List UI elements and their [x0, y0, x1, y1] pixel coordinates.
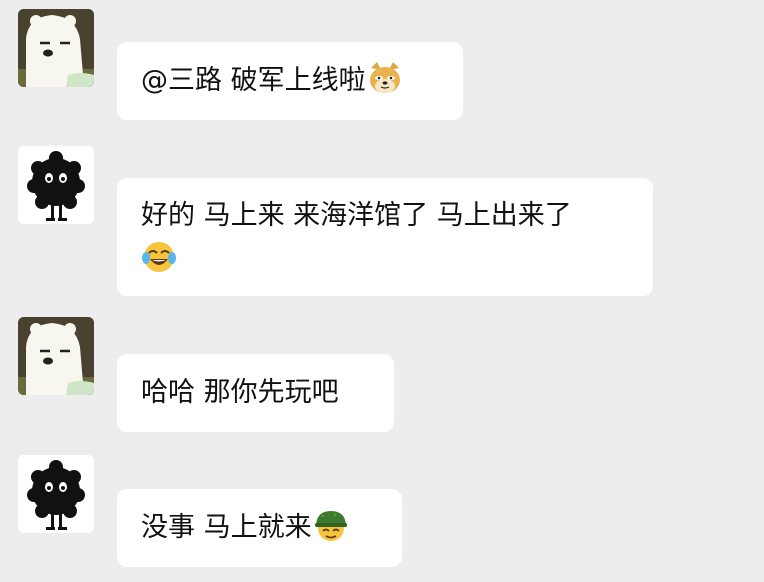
- message-bubble[interactable]: 好的 马上来 来海洋馆了 马上出来了: [117, 178, 653, 296]
- message-text: 没事 马上就来: [141, 512, 312, 543]
- doge-emoji: [367, 60, 403, 96]
- message-text: 好的 马上来 来海洋馆了 马上出来了: [141, 200, 572, 231]
- message-bubble[interactable]: @三路 破军上线啦: [117, 42, 463, 120]
- soldier-helmet-emoji: [313, 507, 349, 543]
- message-text: 哈哈 那你先玩吧: [141, 377, 339, 408]
- avatar-soot-sprite[interactable]: [18, 146, 94, 224]
- avatar-ice-bear[interactable]: [18, 9, 94, 87]
- message-bubble[interactable]: 哈哈 那你先玩吧: [117, 354, 394, 432]
- message-text: @三路 破军上线啦: [141, 65, 366, 96]
- avatar-soot-sprite[interactable]: [18, 455, 94, 533]
- message-bubble[interactable]: 没事 马上就来: [117, 489, 402, 567]
- avatar-ice-bear[interactable]: [18, 317, 94, 395]
- tears-of-joy-emoji: [141, 239, 177, 275]
